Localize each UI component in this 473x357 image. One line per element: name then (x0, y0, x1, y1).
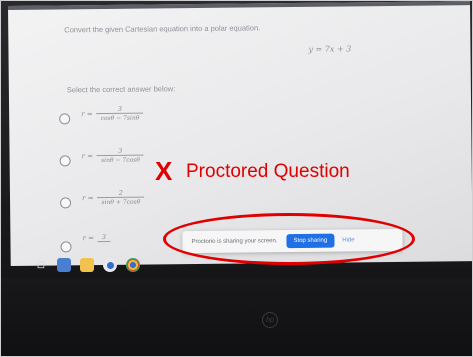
image-frame (0, 0, 473, 357)
